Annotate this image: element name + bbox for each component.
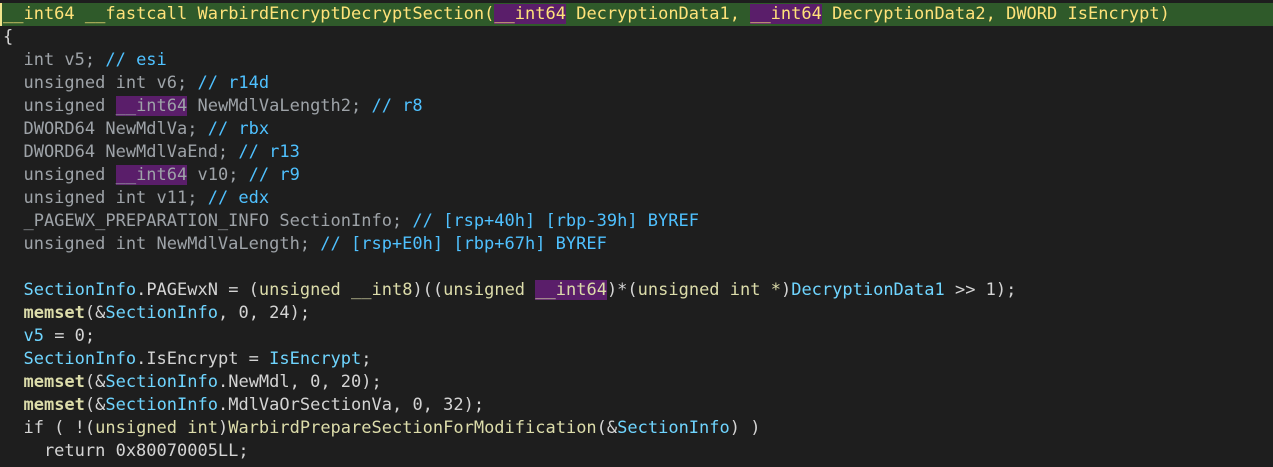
code-token[interactable]: unsigned int v6; [3,73,197,93]
code-token[interactable]: __int64 [3,4,75,24]
code-token[interactable]: WarbirdEncryptDecryptSection [197,4,484,24]
code-line[interactable]: SectionInfo.IsEncrypt = IsEncrypt; [0,348,1273,371]
code-token[interactable]: .NewMdl, 0, 20); [218,372,382,392]
code-token[interactable]: // r8 [371,96,422,116]
code-token[interactable]: DWORD64 NewMdlVa; [3,119,208,139]
code-line[interactable] [0,256,1273,279]
code-token[interactable]: // [rsp+40h] [rbp-39h] BYREF [412,211,699,231]
code-line[interactable]: unsigned int v11; // edx [0,187,1273,210]
code-line[interactable]: memset(&SectionInfo.NewMdl, 0, 20); [0,371,1273,394]
code-token[interactable]: SectionInfo [105,372,218,392]
code-token[interactable]: SectionInfo [23,349,136,369]
code-token[interactable]: return 0x80070005LL; [3,441,249,461]
code-token[interactable]: _PAGEWX_PREPARATION_INFO SectionInfo; [3,211,412,231]
code-token[interactable]: // edx [208,188,269,208]
code-token[interactable]: NewMdlVaLength2; [187,96,371,116]
code-token[interactable] [3,349,23,369]
code-token[interactable]: (& [597,418,617,438]
code-token[interactable]: unsigned int [95,418,218,438]
code-line[interactable]: { [0,26,1273,49]
code-token[interactable]: unsigned __int8 [259,280,413,300]
code-token[interactable]: ) [218,418,228,438]
code-token[interactable]: // esi [105,50,166,70]
code-token[interactable]: v5 [23,326,43,346]
code-token[interactable]: // [rsp+E0h] [rbp+67h] BYREF [320,234,607,254]
code-token[interactable]: SectionInfo [617,418,730,438]
code-token[interactable] [3,280,23,300]
code-token[interactable]: __fastcall [75,4,198,24]
code-token[interactable]: ( [484,4,494,24]
code-token[interactable]: memset [23,303,84,323]
code-token[interactable]: .MdlVaOrSectionVa, 0, 32); [218,395,484,415]
highlighted-token[interactable]: __int64 [750,4,822,24]
highlighted-token[interactable]: __int64 [115,165,188,185]
highlighted-token[interactable]: __int64 [535,280,607,300]
code-line[interactable]: unsigned int v6; // r14d [0,72,1273,95]
highlighted-token[interactable]: __int64 [115,96,188,116]
code-token[interactable]: if ( !( [3,418,95,438]
code-token[interactable]: (& [85,395,105,415]
code-token[interactable]: = 0; [44,326,95,346]
code-token[interactable]: ) [781,280,791,300]
code-token[interactable]: // r14d [197,73,269,93]
code-token[interactable]: // r9 [249,165,300,185]
code-line[interactable]: SectionInfo.PAGEwxN = (unsigned __int8)(… [0,279,1273,302]
code-token[interactable]: DecryptionData2, DWORD IsEncrypt) [822,4,1170,24]
code-token[interactable]: (& [85,303,105,323]
code-line[interactable]: _PAGEWX_PREPARATION_INFO SectionInfo; //… [0,210,1273,233]
code-token[interactable]: >> 1); [945,280,1016,300]
code-token[interactable] [3,395,23,415]
code-token[interactable]: unsigned int * [638,280,781,300]
code-token[interactable]: ; [361,349,371,369]
code-token[interactable]: IsEncrypt [269,349,361,369]
code-token[interactable]: // r13 [238,142,299,162]
code-token[interactable]: WarbirdPrepareSectionForModification [228,418,596,438]
code-line[interactable]: if ( !(unsigned int)WarbirdPrepareSectio… [0,417,1273,440]
code-token[interactable]: DecryptionData1, [566,4,750,24]
code-token[interactable]: ) ) [730,418,761,438]
code-token[interactable]: SectionInfo [23,280,136,300]
code-token[interactable]: , 0, 24); [218,303,310,323]
code-line[interactable]: unsigned __int64 NewMdlVaLength2; // r8 [0,95,1273,118]
code-token[interactable] [3,303,23,323]
code-token[interactable] [3,372,23,392]
code-line[interactable]: memset(&SectionInfo.MdlVaOrSectionVa, 0,… [0,394,1273,417]
code-token[interactable]: v10; [187,165,248,185]
code-line[interactable]: unsigned int NewMdlVaLength; // [rsp+E0h… [0,233,1273,256]
code-token[interactable]: )*( [607,280,638,300]
code-token[interactable]: (& [85,372,105,392]
code-token[interactable]: memset [23,372,84,392]
function-signature-line[interactable]: __int64 __fastcall WarbirdEncryptDecrypt… [0,3,1273,26]
code-line[interactable]: v5 = 0; [0,325,1273,348]
code-token[interactable]: unsigned int NewMdlVaLength; [3,234,320,254]
code-token[interactable]: .IsEncrypt = [136,349,269,369]
code-token[interactable] [3,326,23,346]
code-token[interactable]: { [3,27,13,47]
code-token[interactable]: unsigned [3,165,116,185]
code-token[interactable]: DWORD64 NewMdlVaEnd; [3,142,238,162]
code-token[interactable]: SectionInfo [105,303,218,323]
code-line[interactable]: DWORD64 NewMdlVaEnd; // r13 [0,141,1273,164]
code-token[interactable]: .PAGEwxN = ( [136,280,259,300]
code-token[interactable]: SectionInfo [105,395,218,415]
code-line[interactable]: memset(&SectionInfo, 0, 24); [0,302,1273,325]
code-line[interactable]: return 0x80070005LL; [0,440,1273,463]
code-token[interactable]: unsigned [3,96,116,116]
code-token[interactable]: )(( [412,280,443,300]
code-token[interactable]: unsigned int v11; [3,188,208,208]
highlighted-token[interactable]: __int64 [494,4,566,24]
code-token[interactable]: int v5; [3,50,105,70]
code-line[interactable]: DWORD64 NewMdlVa; // rbx [0,118,1273,141]
code-line[interactable]: unsigned __int64 v10; // r9 [0,164,1273,187]
code-token[interactable]: // rbx [208,119,269,139]
code-line[interactable]: int v5; // esi [0,49,1273,72]
code-token[interactable]: DecryptionData1 [791,280,945,300]
code-token[interactable]: memset [23,395,84,415]
code-token[interactable]: unsigned [443,280,535,300]
pseudocode-editor[interactable]: __int64 __fastcall WarbirdEncryptDecrypt… [0,0,1273,467]
